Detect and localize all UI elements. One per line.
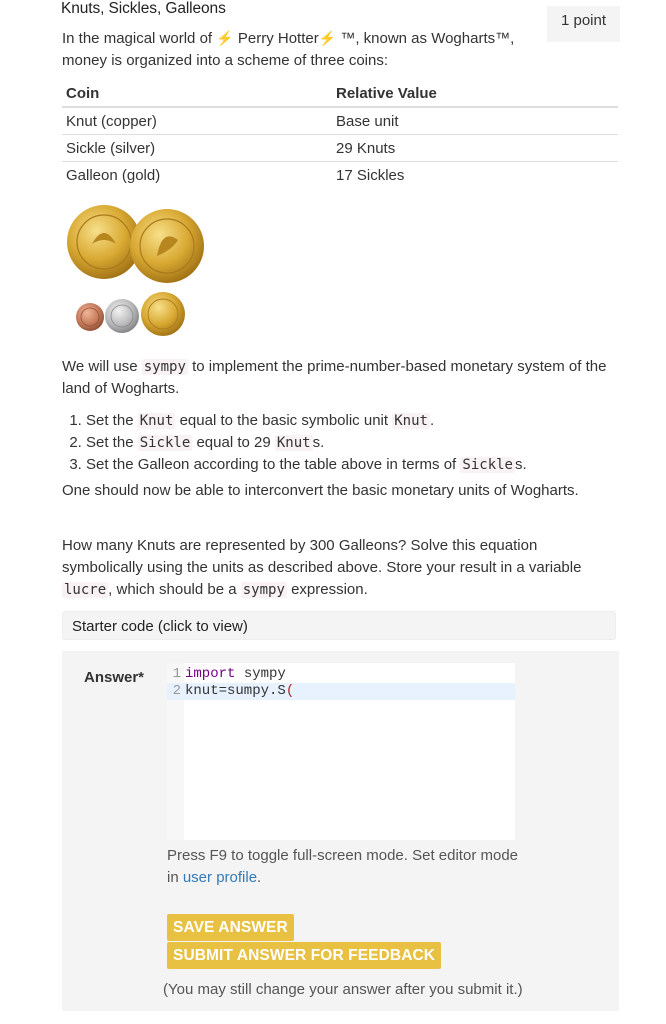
text: .	[257, 869, 262, 886]
submit-note: (You may still change your answer after …	[163, 981, 523, 998]
answer-label: Answer*	[84, 669, 145, 686]
galleon-coin-small	[141, 292, 185, 336]
list-item: Set the Knut equal to the basic symbolic…	[86, 410, 626, 432]
inline-code: sympy	[240, 582, 287, 598]
code-editor[interactable]: 1 import sympy 2 knut=sumpy.S(	[167, 663, 515, 840]
inline-code: Knut	[137, 413, 176, 429]
text: How many Knuts are represented by 300 Ga…	[62, 537, 582, 576]
line-number: 1	[172, 666, 181, 682]
table-row: Sickle (silver) 29 Knuts	[62, 134, 618, 162]
coins-image	[67, 205, 204, 336]
save-answer-button[interactable]: SAVE ANSWER	[167, 914, 294, 941]
text: equal to 29	[192, 434, 275, 451]
intro-text-1: In the magical world of	[62, 30, 217, 47]
text: equal to the basic symbolic unit	[175, 412, 393, 429]
coin-table: Coin Relative Value Knut (copper) Base u…	[62, 80, 618, 188]
cell-value: Base unit	[332, 107, 618, 135]
cell-coin: Knut (copper)	[62, 107, 332, 135]
lightning-icon: ⚡	[318, 30, 337, 46]
inline-code: sympy	[141, 359, 188, 375]
text: s.	[312, 434, 325, 451]
cell-coin: Galleon (gold)	[66, 166, 161, 184]
answer-panel: Answer* 1 import sympy 2 knut=sumpy.S( Pre…	[62, 651, 619, 1011]
inline-code: Knut	[274, 435, 313, 451]
table-row: Knut (copper) Base unit	[62, 107, 618, 135]
user-profile-link[interactable]: user profile	[183, 869, 257, 886]
submit-answer-button[interactable]: SUBMIT ANSWER FOR FEEDBACK	[167, 942, 442, 969]
list-item: Set the Sickle equal to 29 Knuts.	[86, 432, 626, 454]
sympy-paragraph: We will use sympy to implement the prime…	[62, 356, 617, 400]
column-header-value: Relative Value	[332, 80, 618, 108]
sickle-coin	[105, 299, 139, 333]
knut-coin	[76, 303, 104, 331]
code-unmatched-bracket: (	[285, 683, 295, 699]
code-line-active[interactable]: 2 knut=sumpy.S(	[167, 683, 515, 700]
code-keyword: import	[185, 666, 236, 682]
text: Set the	[86, 434, 138, 451]
text: expression.	[286, 581, 368, 598]
text: Set the Galleon according to the table a…	[86, 456, 461, 473]
galleon-coin-front	[67, 205, 141, 279]
code-text: sympy	[235, 666, 286, 682]
inline-code: Sickle	[460, 457, 515, 473]
question-title: Knuts, Sickles, Galleons	[61, 0, 226, 17]
inline-code: lucre	[62, 582, 109, 598]
table-row: Galleon (gold) 17 Sickles	[62, 162, 618, 189]
cell-value: 29 Knuts	[332, 134, 618, 162]
code-text: knut=sumpy.S	[185, 683, 286, 699]
text: , which should be a	[108, 581, 241, 598]
galleon-coin-back	[130, 209, 204, 283]
line-number: 2	[172, 683, 181, 699]
inline-code: Sickle	[137, 435, 193, 451]
task-paragraph: How many Knuts are represented by 300 Ga…	[62, 535, 617, 601]
text: s.	[514, 456, 527, 473]
table-header-row: Coin Relative Value	[62, 80, 618, 108]
intro-paragraph: In the magical world of ⚡ Perry Hotter⚡ …	[62, 27, 542, 72]
text: We will use	[62, 358, 142, 375]
code-line[interactable]: 1 import sympy	[167, 666, 515, 683]
lightning-icon: ⚡	[216, 30, 234, 46]
points-badge: 1 point	[547, 6, 620, 42]
editor-hint: Press F9 to toggle full-screen mode. Set…	[167, 845, 527, 889]
column-header-coin: Coin	[62, 80, 332, 108]
intro-brand: Perry Hotter	[233, 30, 319, 47]
list-item: Set the Galleon according to the table a…	[86, 454, 626, 476]
text: .	[429, 412, 435, 429]
cell-value: 17 Sickles	[336, 166, 405, 184]
text: Set the	[86, 412, 138, 429]
inline-code: Knut	[392, 413, 430, 429]
starter-code-toggle[interactable]: Starter code (click to view)	[62, 611, 616, 640]
cell-coin: Sickle (silver)	[62, 134, 332, 162]
steps-list: Set the Knut equal to the basic symbolic…	[62, 410, 626, 476]
interconvert-paragraph: One should now be able to interconvert t…	[62, 482, 579, 499]
